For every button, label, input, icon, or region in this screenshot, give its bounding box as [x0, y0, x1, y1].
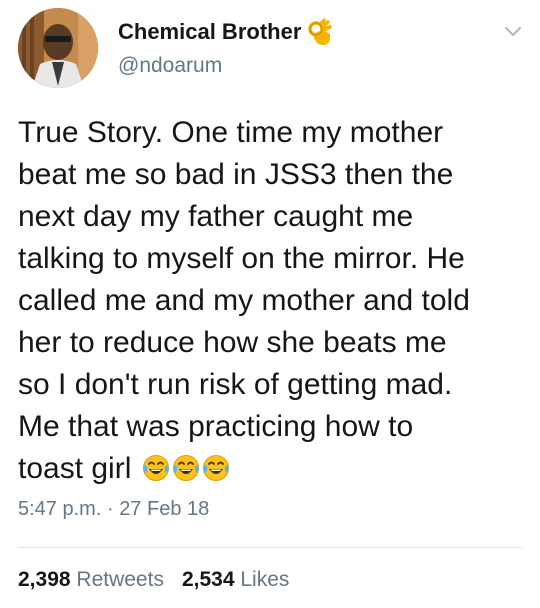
chevron-down-icon[interactable] [502, 20, 524, 42]
tweet-line: so I don't run risk of getting mad. [18, 368, 453, 401]
tweet-line: Me that was practicing how to [18, 410, 414, 443]
tweet-line: talking to myself on the mirror. He [18, 242, 465, 275]
face-with-tears-of-joy-icon [172, 455, 199, 481]
ok-hand-emoji-icon [308, 18, 333, 46]
tweet-line-last-text: toast girl [18, 452, 132, 485]
retweets-label: Retweets [76, 568, 164, 591]
likes-count: 2,534 [181, 568, 235, 591]
retweets-stat[interactable]: 2,398 Retweets [18, 568, 164, 591]
tweet-line: called me and my mother and told [18, 284, 470, 317]
author-handle[interactable]: @ndoarum [118, 54, 222, 78]
timestamp-separator: · [106, 498, 114, 520]
divider [18, 547, 522, 548]
tweet-line-last: toast girl [18, 448, 526, 490]
retweets-count: 2,398 [18, 568, 71, 591]
tweet-card: Chemical Brother @ndoarum True Story. On… [0, 0, 540, 608]
avatar[interactable] [18, 8, 98, 88]
tweet-body: True Story. One time my mother beat me s… [18, 112, 526, 490]
tweet-timestamp[interactable]: 5:47 p.m. · 27 Feb 18 [18, 498, 209, 521]
author-display-name[interactable]: Chemical Brother [118, 18, 333, 46]
likes-label: Likes [240, 568, 290, 591]
tweet-line: True Story. One time my mother [18, 116, 444, 149]
tweet-line: her to reduce how she beats me [18, 326, 447, 359]
tweet-line: next day my father caught me [18, 200, 414, 233]
face-with-tears-of-joy-icon [202, 455, 229, 481]
tweet-date: 27 Feb 18 [119, 498, 210, 520]
tweet-time: 5:47 p.m. [18, 498, 102, 520]
face-with-tears-of-joy-icon [142, 455, 169, 481]
engagement-stats: 2,398 Retweets 2,534 Likes [18, 568, 289, 592]
avatar-photo [18, 8, 98, 88]
likes-stat[interactable]: 2,534 Likes [182, 568, 289, 591]
display-name-text: Chemical Brother [118, 19, 302, 44]
tweet-line: beat me so bad in JSS3 then the [18, 158, 454, 191]
